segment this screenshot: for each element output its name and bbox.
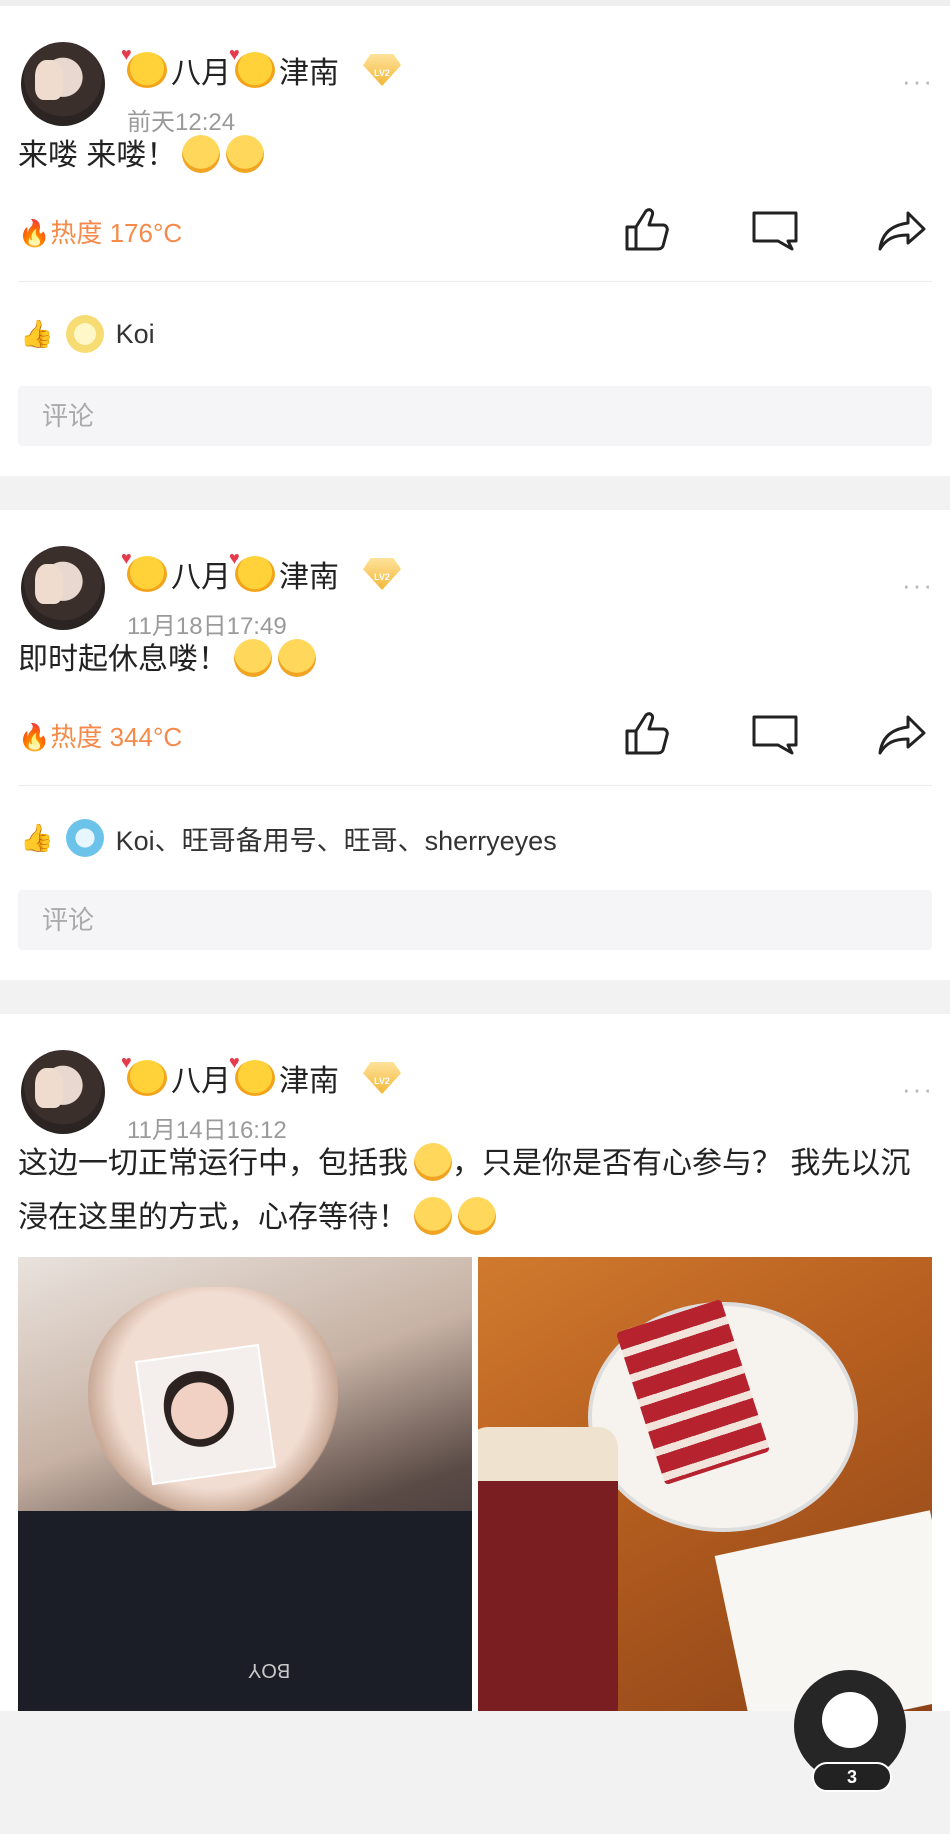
post-header: 八月 津南 LV2 11月18日17:49 ··· bbox=[0, 510, 950, 640]
mascot-icon bbox=[822, 1692, 878, 1748]
thumbs-up-icon[interactable] bbox=[622, 709, 672, 759]
author-name[interactable]: 八月 津南 LV2 bbox=[121, 44, 401, 92]
level-badge-icon: LV2 bbox=[363, 558, 401, 590]
heart-eyes-emoji-icon bbox=[229, 44, 275, 88]
flame-icon: 🔥 bbox=[18, 218, 51, 248]
smile-emoji-icon bbox=[226, 135, 265, 173]
hug-emoji-icon bbox=[414, 1143, 452, 1181]
photo-caption: BOY bbox=[248, 1659, 291, 1681]
avatar[interactable] bbox=[65, 315, 104, 353]
comment-input[interactable]: 评论 bbox=[18, 890, 932, 950]
post-header: 八月 津南 LV2 前天12:24 ··· bbox=[0, 6, 950, 136]
post-time: 11月14日16:12 bbox=[127, 1117, 287, 1144]
avatar[interactable] bbox=[21, 1050, 105, 1134]
heart-eyes-emoji-icon bbox=[229, 548, 275, 592]
separator bbox=[0, 476, 950, 510]
flame-icon: 🔥 bbox=[18, 722, 51, 752]
heat-indicator: 🔥热度 344°C bbox=[18, 722, 183, 752]
heart-eyes-emoji-icon bbox=[229, 1052, 275, 1096]
post-card: 八月 津南 LV2 11月14日16:12 ··· 这边一切正常运行中，包括我，… bbox=[0, 1014, 950, 1711]
count-badge: 3 bbox=[812, 1762, 892, 1792]
likes-names[interactable]: Koi、旺哥备用号、旺哥、sherryeyes bbox=[116, 819, 557, 858]
likes-row: 👍 Koi bbox=[0, 282, 950, 386]
comment-icon[interactable] bbox=[750, 205, 800, 255]
action-row: 🔥热度 344°C bbox=[0, 687, 950, 785]
thumbs-up-icon: 👍 bbox=[20, 823, 54, 853]
more-options-icon[interactable]: ··· bbox=[902, 570, 934, 601]
thumbs-up-icon: 👍 bbox=[20, 319, 54, 349]
heart-eyes-emoji-icon bbox=[121, 44, 167, 88]
photo-selfie[interactable]: BOY bbox=[18, 1257, 472, 1711]
more-options-icon[interactable]: ··· bbox=[902, 66, 934, 97]
smile-emoji-icon bbox=[278, 639, 316, 677]
avatar[interactable] bbox=[65, 819, 104, 857]
post-card: 八月 津南 LV2 11月18日17:49 ··· 即时起休息喽！ 🔥热度 34… bbox=[0, 510, 950, 980]
post-header: 八月 津南 LV2 11月14日16:12 ··· bbox=[0, 1014, 950, 1144]
separator bbox=[0, 980, 950, 1014]
likes-names[interactable]: Koi bbox=[116, 319, 155, 350]
author-name[interactable]: 八月 津南 LV2 bbox=[121, 1052, 401, 1100]
action-row: 🔥热度 176°C bbox=[0, 183, 950, 281]
hug-emoji-icon bbox=[458, 1197, 496, 1235]
smile-emoji-icon bbox=[182, 135, 221, 173]
heat-indicator: 🔥热度 176°C bbox=[18, 218, 183, 248]
share-icon[interactable] bbox=[878, 709, 928, 759]
photo-grid: BOY bbox=[0, 1245, 950, 1711]
smile-emoji-icon bbox=[234, 639, 272, 677]
heart-eyes-emoji-icon bbox=[414, 1197, 452, 1235]
level-badge-icon: LV2 bbox=[363, 54, 401, 86]
photo-cafe[interactable] bbox=[478, 1257, 932, 1711]
comment-icon[interactable] bbox=[750, 709, 800, 759]
author-name[interactable]: 八月 津南 LV2 bbox=[121, 548, 401, 596]
more-options-icon[interactable]: ··· bbox=[902, 1074, 934, 1105]
avatar[interactable] bbox=[21, 42, 105, 126]
heart-eyes-emoji-icon bbox=[121, 548, 167, 592]
comment-input[interactable]: 评论 bbox=[18, 386, 932, 446]
heart-eyes-emoji-icon bbox=[121, 1052, 167, 1096]
post-time: 11月18日17:49 bbox=[127, 613, 287, 640]
avatar[interactable] bbox=[21, 546, 105, 630]
likes-row: 👍 Koi、旺哥备用号、旺哥、sherryeyes bbox=[0, 786, 950, 890]
floating-action-button[interactable]: 3 bbox=[794, 1670, 906, 1792]
share-icon[interactable] bbox=[878, 205, 928, 255]
post-card: 八月 津南 LV2 前天12:24 ··· 来喽 来喽！ 🔥热度 176°C 👍… bbox=[0, 6, 950, 476]
thumbs-up-icon[interactable] bbox=[622, 205, 672, 255]
post-time: 前天12:24 bbox=[127, 109, 236, 136]
level-badge-icon: LV2 bbox=[363, 1062, 401, 1094]
